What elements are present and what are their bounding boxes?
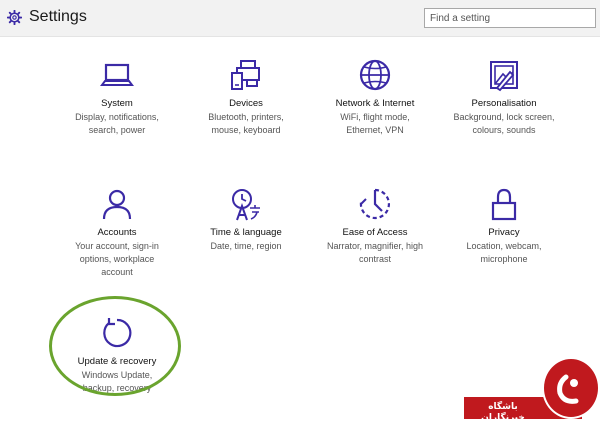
watermark-logo — [542, 357, 600, 419]
tile-label: System — [101, 98, 133, 109]
tile-description: Bluetooth, printers, mouse, keyboard — [208, 112, 284, 135]
tile-system[interactable]: System Display, notifications, search, p… — [57, 57, 177, 137]
tile-personalisation[interactable]: Personalisation Background, lock screen,… — [444, 57, 564, 137]
tile-description: Location, webcam, microphone — [466, 241, 542, 264]
tile-description: Display, notifications, search, power — [75, 112, 159, 135]
tile-label: Accounts — [97, 227, 137, 238]
gear-icon — [7, 10, 22, 25]
tile-description: Narrator, magnifier, high contrast — [326, 241, 424, 264]
tile-accounts[interactable]: Accounts Your account, sign-in options, … — [57, 186, 177, 279]
page-title: Settings — [29, 8, 87, 25]
tile-description: Your account, sign-in options, workplace… — [75, 241, 159, 277]
tile-devices[interactable]: Devices Bluetooth, printers, mouse, keyb… — [186, 57, 306, 137]
tile-label: Network & Internet — [335, 98, 415, 109]
time-language-icon — [232, 189, 260, 221]
tile-label: Privacy — [488, 227, 520, 238]
tile-label: Devices — [229, 98, 263, 109]
personalisation-icon — [490, 61, 518, 92]
tile-label: Personalisation — [471, 98, 537, 109]
laptop-icon — [100, 63, 134, 86]
watermark-text: باشگاه خبرنگاران — [481, 401, 525, 422]
globe-icon — [359, 59, 391, 91]
person-icon — [102, 189, 132, 220]
tile-time-language[interactable]: Time & language Date, time, region — [186, 186, 306, 253]
title-bar: Settings Find a setting — [0, 0, 600, 37]
tile-privacy[interactable]: Privacy Location, webcam, microphone — [444, 186, 564, 266]
tile-ease-of-access[interactable]: Ease of Access Narrator, magnifier, high… — [315, 186, 435, 266]
tile-label: Ease of Access — [342, 227, 408, 238]
ease-of-access-icon — [359, 188, 391, 220]
highlight-circle — [49, 296, 181, 396]
search-input[interactable]: Find a setting — [424, 8, 596, 28]
lock-icon — [491, 188, 517, 221]
logo-emblem-icon — [557, 374, 579, 404]
devices-icon — [231, 60, 260, 90]
tile-description: WiFi, flight mode, Ethernet, VPN — [340, 112, 410, 135]
tile-network[interactable]: Network & Internet WiFi, flight mode, Et… — [315, 57, 435, 137]
tile-label: Time & language — [210, 227, 282, 238]
tile-description: Background, lock screen, colours, sounds — [453, 112, 555, 135]
tile-description: Date, time, region — [210, 241, 282, 251]
